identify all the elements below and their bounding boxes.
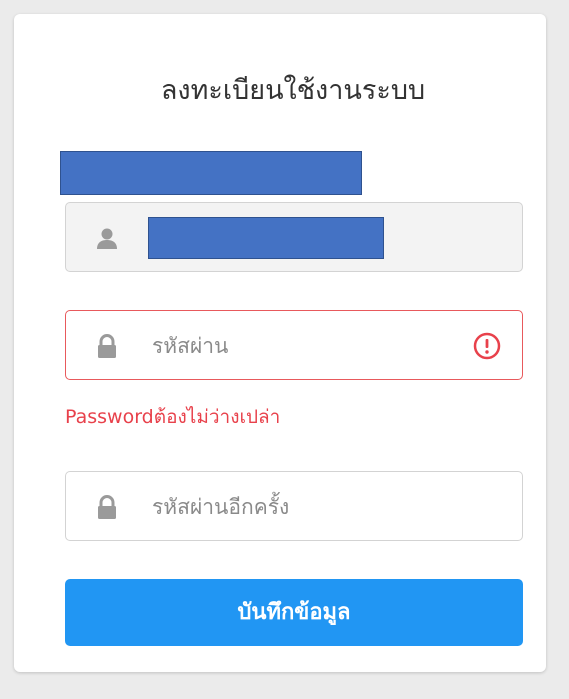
password-field[interactable]: รหัสผ่าน (65, 310, 523, 380)
confirm-password-placeholder: รหัสผ่านอีกครั้ง (152, 495, 290, 519)
redacted-block (60, 151, 362, 195)
confirm-password-field[interactable]: รหัสผ่านอีกครั้ง (65, 471, 523, 541)
lock-icon (94, 333, 120, 359)
user-icon (94, 225, 120, 251)
username-field[interactable] (65, 202, 523, 272)
save-button[interactable]: บันทึกข้อมูล (65, 579, 523, 646)
password-error-message: Passwordต้องไม่ว่างเปล่า (65, 406, 281, 428)
password-placeholder: รหัสผ่าน (152, 334, 229, 358)
redacted-username-value (148, 217, 384, 259)
alert-circle-icon (472, 331, 502, 361)
register-card: ลงทะเบียนใช้งานระบบ รหัสผ่าน Passwordต้อ… (14, 14, 546, 672)
page-title: ลงทะเบียนใช้งานระบบ (160, 75, 426, 106)
lock-icon (94, 494, 120, 520)
